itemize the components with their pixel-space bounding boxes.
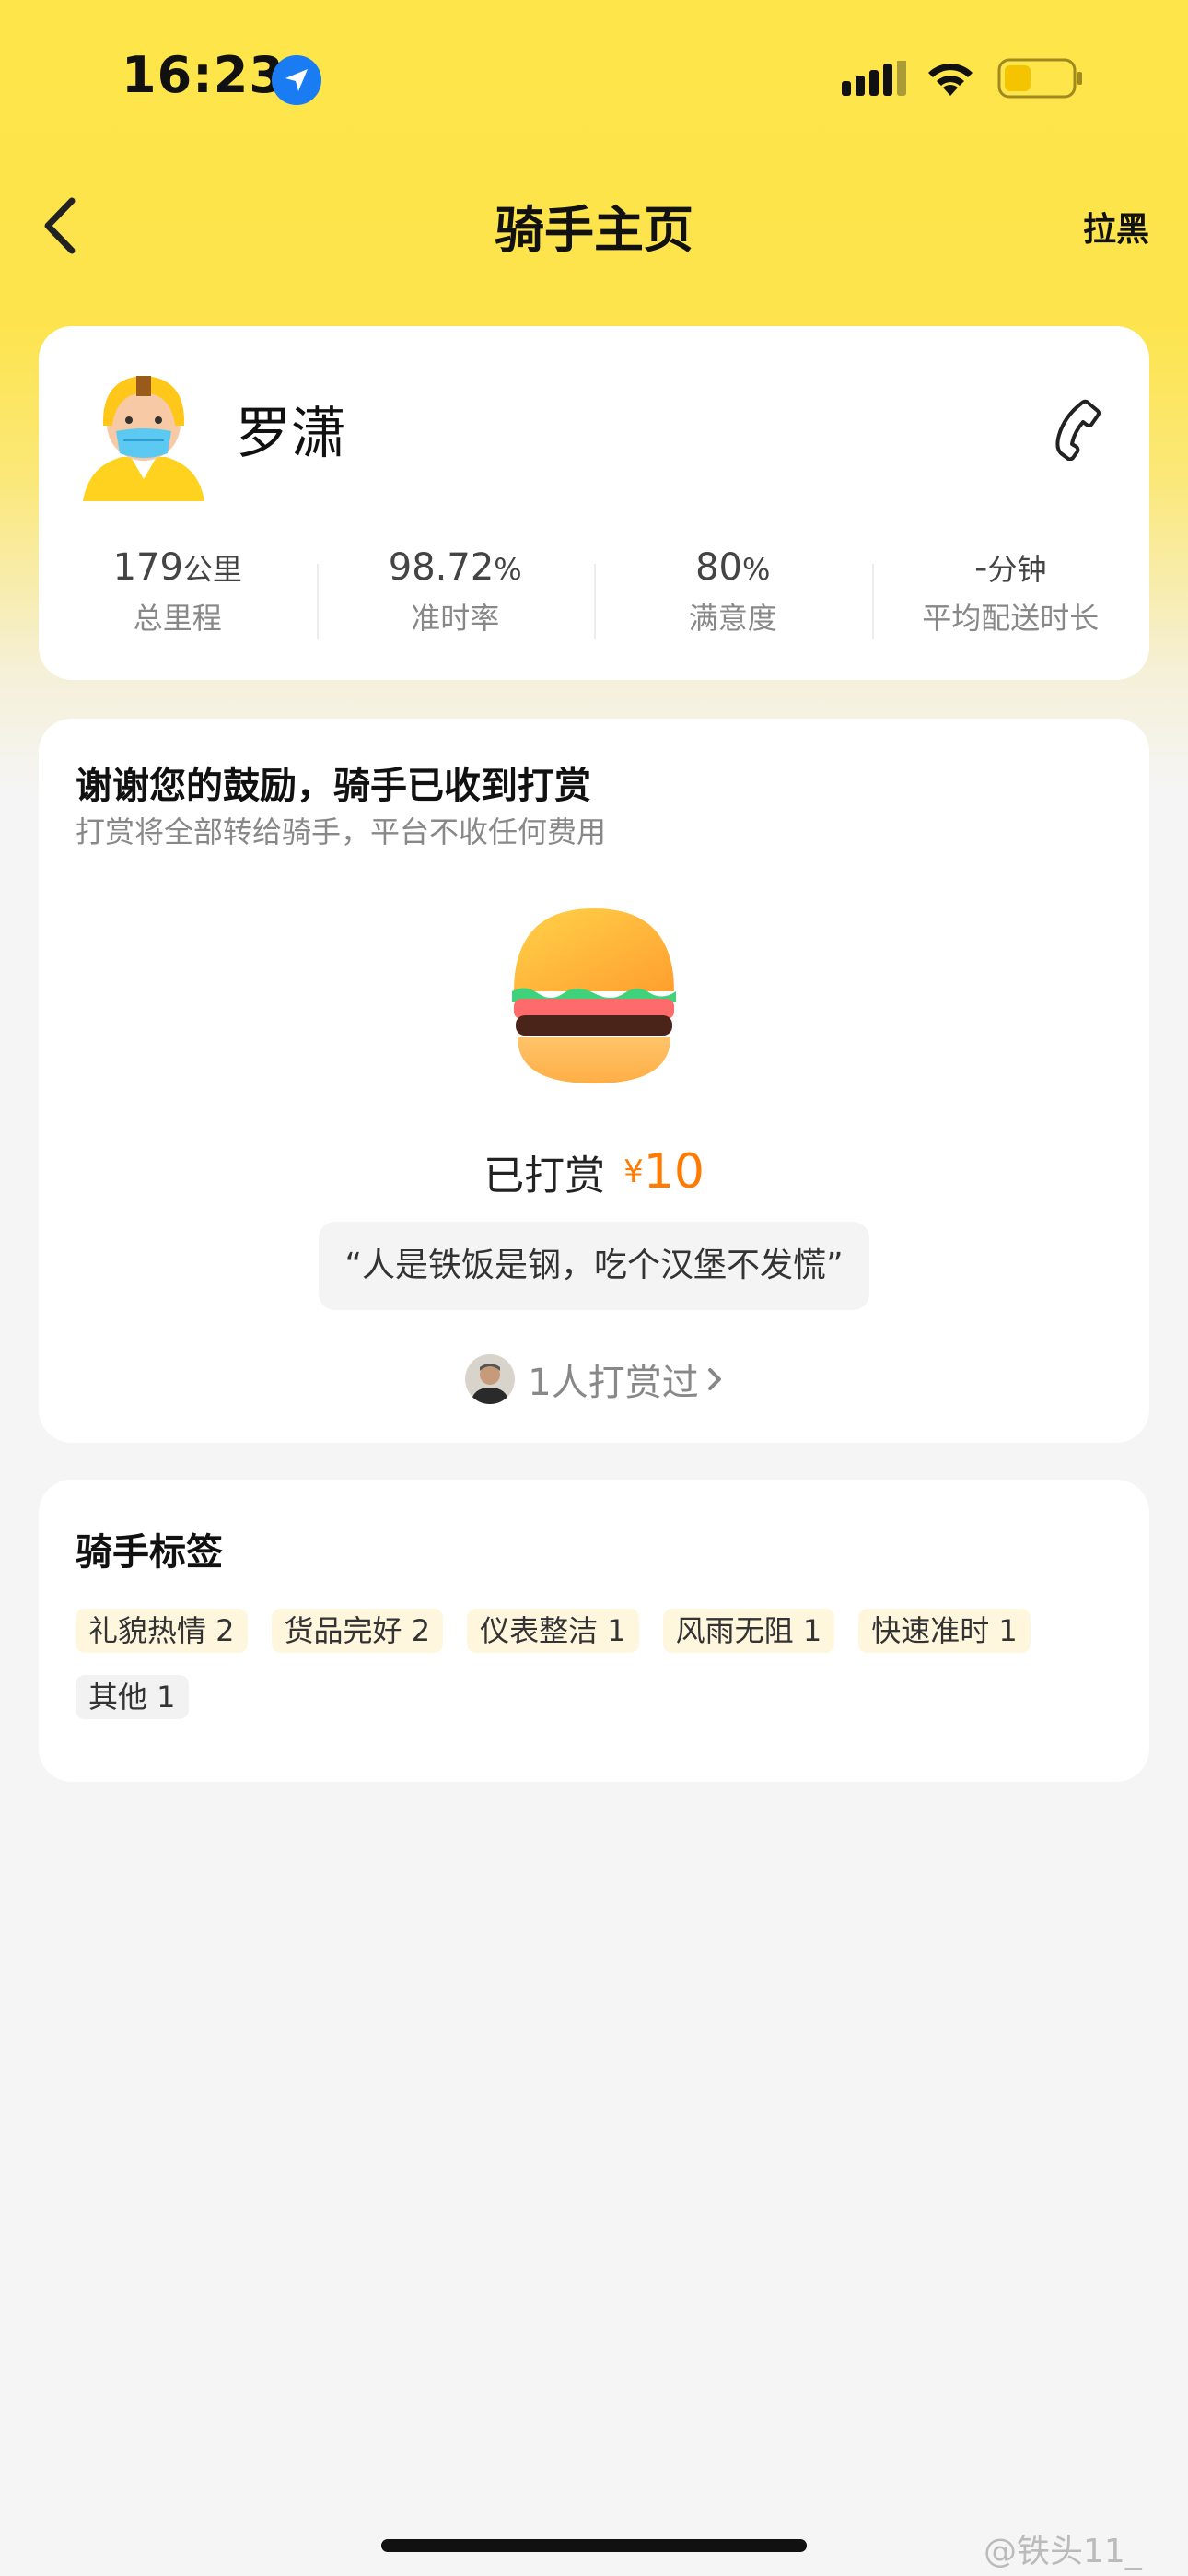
tippers-count: 1人打赏过: [528, 1362, 699, 1404]
watermark: @铁头11_: [984, 2533, 1142, 2570]
stat-total-distance: 179公里 总里程: [39, 545, 317, 647]
location-icon: [272, 55, 321, 105]
tip-subtitle: 打赏将全部转给骑手，平台不收任何费用: [76, 814, 607, 849]
stat-avg-delivery-time: -分钟 平均配送时长: [871, 545, 1150, 647]
stat-label: 总里程: [133, 601, 222, 636]
stat-satisfaction: 80% 满意度: [594, 545, 872, 647]
tag-fast-on-time: 快速准时 1: [858, 1609, 1031, 1653]
tip-amount-row: 已打赏 ¥10: [39, 1142, 1149, 1201]
home-indicator: [381, 2539, 807, 2552]
tip-card: 谢谢您的鼓励，骑手已收到打赏 打赏将全部转给骑手，平台不收任何费用 已打赏 ¥10…: [39, 719, 1149, 1443]
stat-unit: 公里: [182, 552, 242, 587]
tip-title: 谢谢您的鼓励，骑手已收到打赏: [76, 765, 591, 807]
stat-value: 98.72: [388, 546, 495, 589]
stat-unit: 分钟: [987, 552, 1047, 587]
tags-title: 骑手标签: [76, 1531, 223, 1574]
block-button[interactable]: 拉黑: [1083, 203, 1149, 251]
tags-list: 礼貌热情 2 货品完好 2 仪表整洁 1 风雨无阻 1 快速准时 1 其他 1: [76, 1609, 1116, 1719]
cellular-signal-icon: [842, 61, 906, 96]
stat-label: 准时率: [411, 601, 500, 636]
tag-neat-appearance: 仪表整洁 1: [467, 1609, 639, 1653]
tip-message: “人是铁饭是钢，吃个汉堡不发慌”: [319, 1222, 869, 1310]
tag-goods-intact: 货品完好 2: [271, 1609, 444, 1653]
page-title: 骑手主页: [495, 201, 693, 259]
stat-label: 满意度: [688, 601, 777, 636]
tag-polite: 礼貌热情 2: [76, 1609, 248, 1653]
rider-stats: 179公里 总里程 98.72% 准时率 80% 满意度 -分钟 平均配送时长: [39, 545, 1149, 647]
stat-label: 平均配送时长: [922, 601, 1100, 636]
rider-avatar: [83, 376, 204, 501]
wifi-icon: [928, 64, 973, 96]
stat-unit: %: [742, 552, 771, 587]
chevron-right-icon: [707, 1368, 721, 1390]
phone-icon[interactable]: [1050, 396, 1105, 461]
rider-tags-card: 骑手标签 礼貌热情 2 货品完好 2 仪表整洁 1 风雨无阻 1 快速准时 1 …: [39, 1480, 1149, 1782]
stat-unit: %: [494, 552, 522, 587]
tipper-avatar: [465, 1354, 516, 1404]
tag-other: 其他 1: [76, 1675, 189, 1719]
tippers-link[interactable]: 1人打赏过: [39, 1352, 1149, 1408]
stat-value: 179: [112, 546, 183, 589]
tip-amount-label: 已打赏: [483, 1153, 606, 1200]
battery-icon: [997, 58, 1082, 99]
stat-on-time-rate: 98.72% 准时率: [316, 545, 595, 647]
tag-all-weather: 风雨无阻 1: [662, 1609, 835, 1653]
status-bar: 16:23: [0, 0, 1188, 157]
burger-gift-icon: [512, 908, 676, 1083]
stat-value: 80: [695, 546, 742, 589]
stat-value: -: [974, 546, 988, 589]
rider-info-card: 罗潇 179公里 总里程 98.72% 准时率 80% 满意度 -分钟 平均配送…: [39, 326, 1149, 680]
status-time: 16:23: [122, 46, 285, 104]
tip-amount-value: 10: [643, 1144, 705, 1200]
rider-name: 罗潇: [236, 402, 346, 466]
tip-currency: ¥: [623, 1153, 644, 1190]
